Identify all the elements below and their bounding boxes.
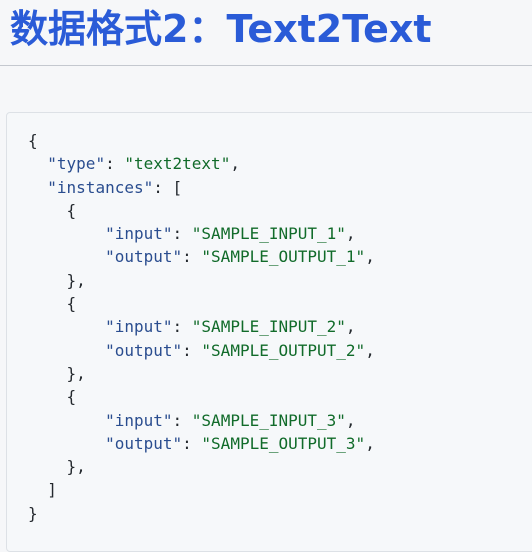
input-key-1: "input" <box>105 224 173 244</box>
output-value-3: "SAMPLE_OUTPUT_3" <box>201 433 366 453</box>
type-key: "type" <box>47 154 106 174</box>
output-key-3: "output" <box>105 433 183 453</box>
input-value-2: "SAMPLE_INPUT_2" <box>191 317 346 337</box>
heading-divider <box>0 65 532 66</box>
input-value-3: "SAMPLE_INPUT_3" <box>191 410 346 430</box>
open-brace: { <box>28 131 38 150</box>
input-key-2: "input" <box>105 317 173 337</box>
input-key-3: "input" <box>105 410 173 430</box>
output-key-1: "output" <box>105 247 183 267</box>
page-title: 数据格式2：Text2Text <box>10 7 432 51</box>
output-key-2: "output" <box>105 340 183 360</box>
close-brace: } <box>28 503 38 523</box>
input-value-1: "SAMPLE_INPUT_1" <box>191 224 346 244</box>
json-code: { "type": "text2text", "instances": [ { … <box>28 131 375 523</box>
output-value-1: "SAMPLE_OUTPUT_1" <box>201 247 366 267</box>
instances-key: "instances" <box>47 177 154 197</box>
output-value-2: "SAMPLE_OUTPUT_2" <box>201 340 366 360</box>
type-value: "text2text" <box>124 154 231 174</box>
